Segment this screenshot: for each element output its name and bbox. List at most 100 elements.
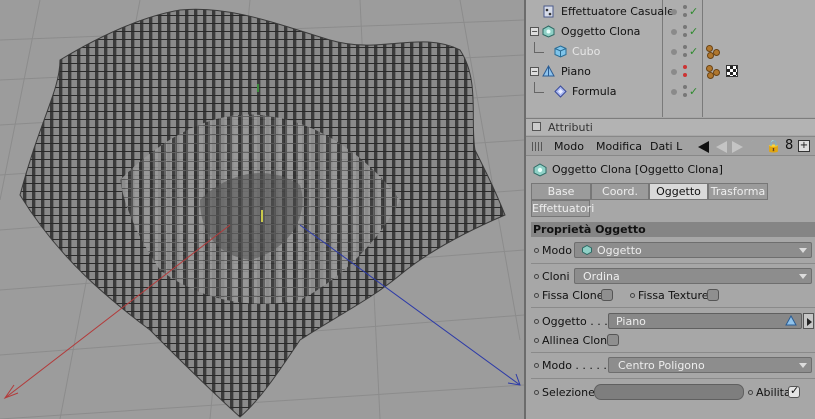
cloner-icon bbox=[533, 163, 547, 180]
cube-icon bbox=[554, 45, 567, 58]
cloner-icon bbox=[542, 25, 555, 38]
attributes-title-bar: Attributi bbox=[526, 118, 815, 135]
panel-toggle-icon[interactable] bbox=[532, 122, 541, 131]
divider bbox=[531, 352, 815, 353]
tab-coord[interactable]: Coord. bbox=[591, 183, 649, 200]
render-visibility-dot[interactable] bbox=[683, 85, 687, 89]
object-name: Oggetto Clona bbox=[561, 25, 641, 38]
3d-viewport[interactable] bbox=[0, 0, 524, 419]
object-name: Piano bbox=[561, 65, 591, 78]
object-name: Effettuatore Casuale bbox=[561, 5, 674, 18]
chevron-right-icon bbox=[807, 318, 812, 326]
fissa-clone-checkbox[interactable] bbox=[601, 289, 613, 301]
divider bbox=[531, 307, 815, 308]
fissa-clone-label: Fissa Clone bbox=[534, 289, 604, 302]
formula-deformer-icon bbox=[554, 85, 567, 98]
modo2-value: Centro Poligono bbox=[618, 359, 705, 372]
collapse-toggle-icon[interactable]: − bbox=[530, 67, 539, 76]
selezione-field[interactable] bbox=[594, 384, 744, 400]
object-row-piano[interactable]: − Piano bbox=[526, 62, 815, 82]
render-visibility-dot[interactable] bbox=[683, 33, 687, 37]
modo-label: Modo bbox=[534, 244, 572, 257]
divider bbox=[531, 263, 815, 264]
material-tag-icon[interactable] bbox=[706, 44, 722, 60]
plane-icon bbox=[542, 64, 555, 78]
menu-modifica[interactable]: Modifica bbox=[596, 140, 642, 153]
back-arrow-icon[interactable] bbox=[698, 141, 709, 153]
tab-base[interactable]: Base bbox=[531, 183, 591, 200]
selezione-label: Selezione bbox=[534, 386, 595, 399]
object-name: Formula bbox=[572, 85, 617, 98]
enabled-check-icon[interactable]: ✓ bbox=[689, 25, 698, 38]
enabled-check-icon[interactable]: ✓ bbox=[689, 45, 698, 58]
render-visibility-dot[interactable] bbox=[683, 45, 687, 49]
back-arrow-disabled-icon bbox=[716, 141, 727, 153]
object-row-cubo[interactable]: Cubo ✓ bbox=[526, 42, 815, 62]
object-name: Cubo bbox=[572, 45, 601, 58]
lock-icon[interactable]: 🔒 bbox=[766, 139, 781, 153]
render-visibility-dot[interactable] bbox=[683, 5, 687, 9]
editor-visibility-dot[interactable] bbox=[671, 89, 677, 95]
allinea-clona-checkbox[interactable] bbox=[607, 334, 619, 346]
render-visibility-dot[interactable] bbox=[683, 53, 687, 57]
object-manager: Effettuatore Casuale ✓ − Oggetto Clona ✓ bbox=[526, 0, 815, 117]
chevron-down-icon bbox=[799, 274, 807, 279]
render-visibility-dot[interactable] bbox=[683, 65, 687, 69]
attributes-menu-bar: Modo Modifica Dati L 🔒 8 + bbox=[526, 136, 815, 156]
chevron-down-icon bbox=[799, 248, 807, 253]
oggetto-label: Oggetto . . . bbox=[534, 315, 608, 328]
fissa-texture-checkbox[interactable] bbox=[707, 289, 719, 301]
render-visibility-dot[interactable] bbox=[683, 25, 687, 29]
modo2-label: Modo . . . . . bbox=[534, 359, 607, 372]
chevron-down-icon bbox=[799, 363, 807, 368]
editor-visibility-dot[interactable] bbox=[671, 49, 677, 55]
link-arrow-button[interactable] bbox=[803, 313, 814, 329]
menu-dati-l[interactable]: Dati L bbox=[650, 140, 682, 153]
allinea-clona-label: Allinea Clona bbox=[534, 334, 614, 347]
tab-oggetto[interactable]: Oggetto bbox=[649, 183, 708, 200]
cloni-dropdown[interactable]: Ordina bbox=[574, 268, 812, 284]
cloni-label: Cloni bbox=[534, 270, 570, 283]
editor-visibility-dot[interactable] bbox=[671, 29, 677, 35]
plane-icon bbox=[785, 314, 797, 330]
divider bbox=[531, 378, 815, 379]
tab-effettuatori[interactable]: Effettuatori bbox=[531, 200, 594, 217]
right-panel: Effettuatore Casuale ✓ − Oggetto Clona ✓ bbox=[524, 0, 815, 419]
object-row-formula[interactable]: Formula ✓ bbox=[526, 82, 815, 102]
object-row-oggetto-clona[interactable]: − Oggetto Clona ✓ bbox=[526, 22, 815, 42]
cloner-icon bbox=[582, 244, 592, 258]
oggetto-link-field[interactable]: Piano bbox=[608, 313, 802, 329]
fissa-texture-label: Fissa Texture bbox=[630, 289, 709, 302]
forward-arrow-disabled-icon bbox=[732, 141, 743, 153]
collapse-toggle-icon[interactable]: − bbox=[530, 27, 539, 36]
section-header: Proprietà Oggetto bbox=[531, 222, 815, 237]
attributes-object-header: Oggetto Clona [Oggetto Clona] bbox=[526, 158, 815, 182]
link-icon[interactable]: 8 bbox=[785, 138, 793, 153]
tab-trasforma[interactable]: Trasforma bbox=[708, 183, 768, 200]
section-title: Proprietà Oggetto bbox=[533, 223, 646, 236]
modo2-dropdown[interactable]: Centro Poligono bbox=[608, 357, 812, 373]
cloni-value: Ordina bbox=[583, 270, 620, 283]
render-visibility-dot[interactable] bbox=[683, 13, 687, 17]
enabled-check-icon[interactable]: ✓ bbox=[689, 5, 698, 18]
modo-dropdown[interactable]: Oggetto bbox=[574, 242, 812, 258]
texture-tag-icon[interactable] bbox=[726, 65, 738, 77]
new-panel-icon[interactable]: + bbox=[798, 140, 810, 152]
attributes-title: Attributi bbox=[548, 121, 593, 134]
abilita-label: Abilita bbox=[748, 386, 791, 399]
grip-icon[interactable] bbox=[532, 142, 544, 151]
editor-visibility-dot[interactable] bbox=[671, 9, 677, 15]
editor-visibility-dot[interactable] bbox=[671, 69, 677, 75]
material-tag-icon[interactable] bbox=[706, 64, 722, 80]
random-effector-icon bbox=[542, 5, 555, 18]
menu-modo[interactable]: Modo bbox=[554, 140, 584, 153]
render-visibility-dot[interactable] bbox=[683, 93, 687, 97]
enabled-check-icon[interactable]: ✓ bbox=[689, 85, 698, 98]
x-axis-arrow-icon bbox=[3, 384, 19, 400]
object-label: Oggetto Clona [Oggetto Clona] bbox=[552, 163, 723, 176]
render-visibility-dot[interactable] bbox=[683, 73, 687, 77]
object-row-effettuatore-casuale[interactable]: Effettuatore Casuale ✓ bbox=[526, 2, 815, 22]
viewport-canvas bbox=[0, 0, 524, 419]
abilita-checkbox[interactable] bbox=[788, 384, 800, 398]
oggetto-value: Piano bbox=[616, 315, 646, 328]
